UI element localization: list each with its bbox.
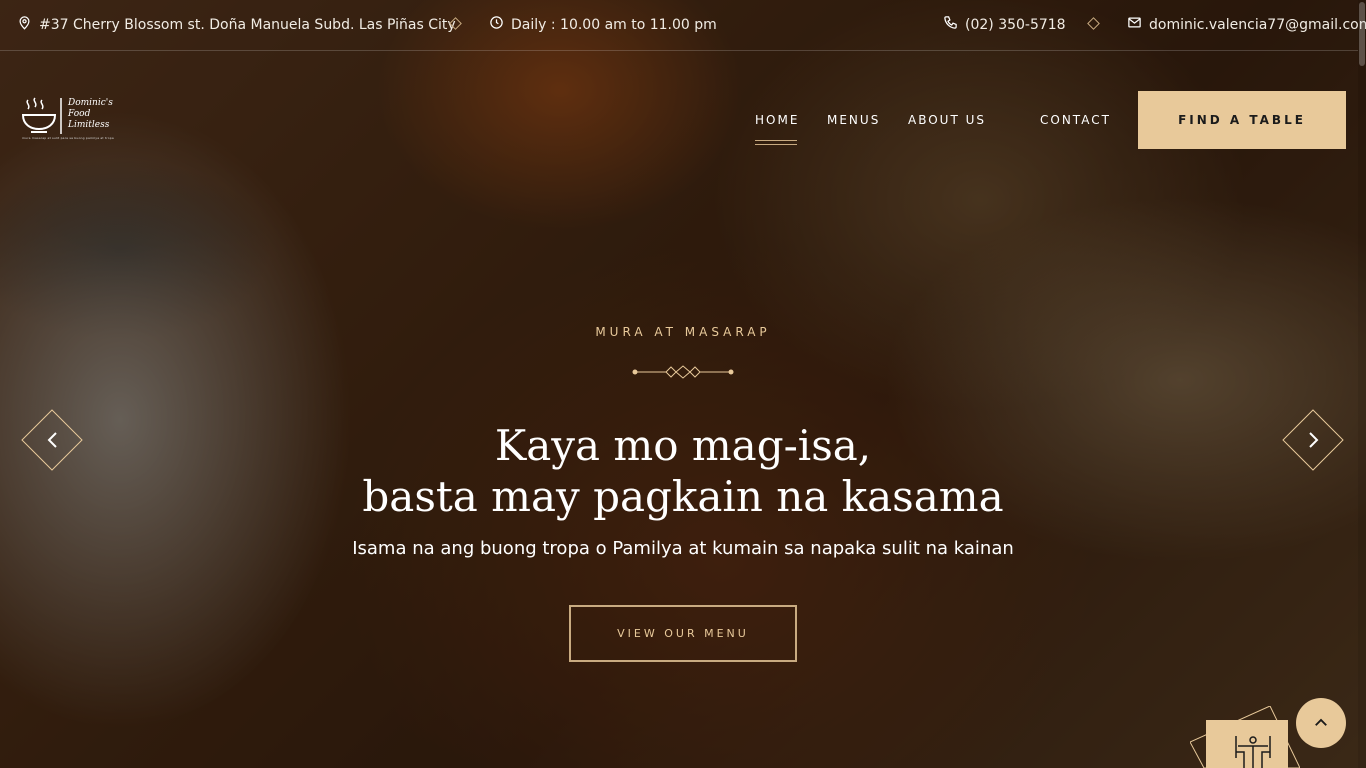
chevron-right-icon [1282,409,1344,471]
nav-item-home[interactable]: HOME [755,113,799,145]
slider-prev-button[interactable] [21,409,83,471]
active-underline [755,140,797,141]
email-item[interactable]: dominic.valencia77@gmail.com [1127,15,1366,34]
separator-diamond [1087,17,1100,30]
slider-next-button[interactable] [1282,409,1344,471]
email-text[interactable]: dominic.valencia77@gmail.com [1149,17,1366,33]
nav-label[interactable]: CONTACT [1040,113,1111,127]
mail-icon [1127,15,1142,34]
active-underline [755,144,797,145]
nav-item-contact[interactable]: CONTACT [1040,113,1111,127]
logo-line-3: Limitless [68,120,110,130]
nav-label[interactable]: HOME [755,113,799,127]
chevron-left-icon [21,409,83,471]
address-text: #37 Cherry Blossom st. Doña Manuela Subd… [39,16,456,33]
hero-heading-line-1: Kaya mo mag-isa, [494,421,872,470]
back-to-top-button[interactable] [1296,698,1346,748]
hero-heading: Kaya mo mag-isa, basta may pagkain na ka… [0,420,1366,522]
logo-tagline: mura masarap at sulit para sa buong pami… [22,136,114,140]
find-a-table-button[interactable]: FIND A TABLE [1138,91,1346,149]
view-our-menu-button[interactable]: VIEW OUR MENU [569,605,797,662]
hours-text: Daily : 10.00 am to 11.00 pm [511,16,717,33]
address-item: #37 Cherry Blossom st. Doña Manuela Subd… [17,15,456,34]
phone-text[interactable]: (02) 350-5718 [965,17,1066,33]
logo-wordmark: Dominic's Food Limitless [68,98,113,131]
clock-icon [489,15,504,34]
phone-item[interactable]: (02) 350-5718 [943,15,1066,34]
phone-icon [943,15,958,34]
page-scrollbar[interactable] [1358,0,1366,768]
hero-subtitle: MURA AT MASARAP [595,325,771,339]
map-pin-icon [17,15,32,34]
hours-item: Daily : 10.00 am to 11.00 pm [489,15,717,34]
soup-bowl-icon [21,97,62,134]
site-logo[interactable]: Dominic's Food Limitless mura masarap at… [20,96,120,144]
hero-lead-text: Isama na ang buong tropa o Pamilya at ku… [352,538,1014,559]
top-info-bar: #37 Cherry Blossom st. Doña Manuela Subd… [0,0,1366,51]
logo-line-1: Dominic's [68,98,113,108]
reservation-badge[interactable] [1190,706,1300,768]
nav-label[interactable]: ABOUT US [908,113,986,127]
chevron-up-icon [1315,718,1327,726]
nav-item-about-us[interactable]: ABOUT US [908,113,986,127]
hero-heading-line-2: basta may pagkain na kasama [362,472,1004,521]
scrollbar-thumb[interactable] [1359,2,1365,66]
nav-label[interactable]: MENUS [827,113,880,127]
ornament-divider-icon [632,365,734,379]
nav-item-menus[interactable]: MENUS [827,113,880,127]
logo-line-2: Food [68,109,91,119]
